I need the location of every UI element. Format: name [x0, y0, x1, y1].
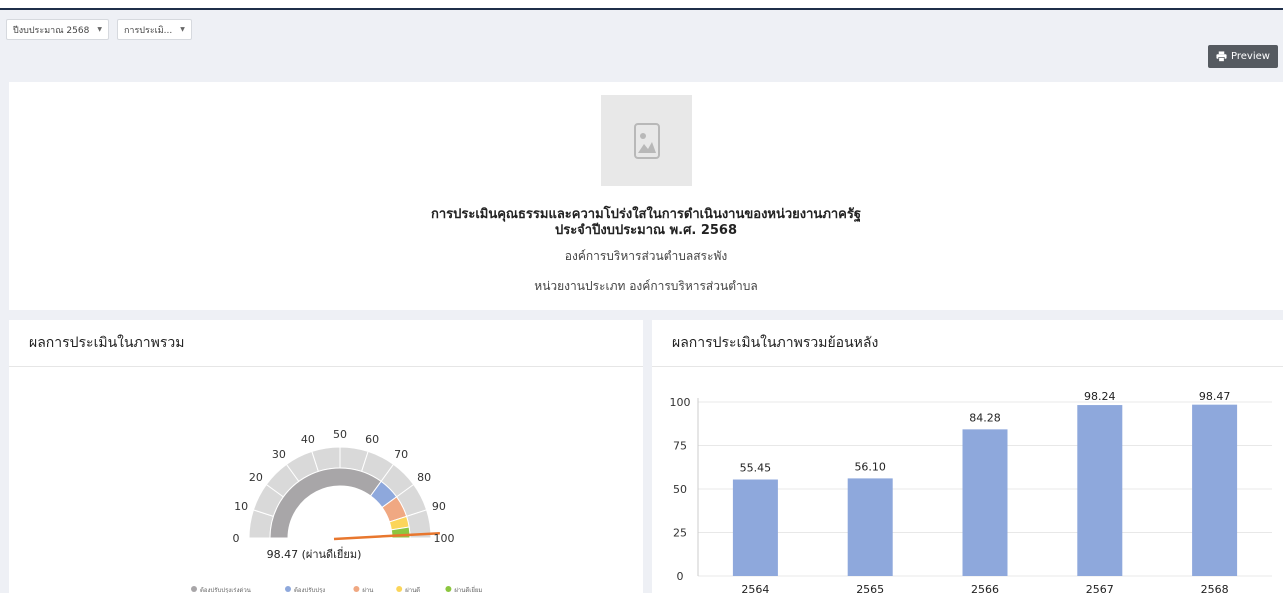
x-tick-label: 2567 — [1086, 583, 1114, 593]
gauge-tick-label: 10 — [234, 500, 248, 513]
legend-label: ผ่านดี — [405, 586, 420, 593]
legend-swatch — [445, 586, 452, 592]
caret-down-icon: ▼ — [97, 26, 102, 33]
org-logo-placeholder — [601, 95, 692, 186]
printer-icon — [1216, 51, 1227, 62]
score-gauge: 0 10 20 30 40 50 60 70 80 90 100 98.47 (ผ่านดีเยี่ย… — [191, 428, 482, 593]
gauge-score-label: 98.47 (ผ่านดีเยี่ยม) — [267, 546, 362, 561]
bar — [1192, 404, 1238, 576]
overall-score-title: ผลการประเมินในภาพรวม — [29, 335, 185, 351]
overall-score-card: ผลการประเมินในภาพรวม 0 10 20 30 40 50 60 70 80 90… — [9, 320, 643, 593]
x-tick-label: 2566 — [971, 583, 999, 593]
bar-data-label: 98.24 — [1084, 390, 1116, 403]
legend-swatch — [191, 586, 197, 592]
legend-label: ผ่าน — [362, 587, 373, 593]
legend-swatch — [396, 586, 403, 592]
y-tick-label: 0 — [677, 570, 684, 583]
y-tick-label: 75 — [673, 440, 687, 453]
fiscal-year-select[interactable]: ปีงบประมาณ 2568 ▼ — [6, 19, 109, 40]
gauge-tick-label: 20 — [249, 471, 263, 484]
history-title: ผลการประเมินในภาพรวมย้อนหลัง — [672, 335, 879, 351]
bar-data-label: 55.45 — [740, 462, 772, 475]
caret-down-icon: ▼ — [180, 26, 185, 33]
fiscal-year-select-value: ปีงบประมาณ 2568 — [13, 25, 90, 36]
y-tick-label: 50 — [673, 483, 687, 496]
legend-label: ผ่านดีเยี่ยม — [454, 586, 482, 593]
x-tick-label: 2568 — [1201, 583, 1229, 593]
gauge-tick-label: 60 — [365, 433, 379, 446]
assessment-select-value: การประเมิ... — [123, 25, 173, 36]
preview-button[interactable]: Preview — [1208, 45, 1278, 68]
legend-label: ต้องปรับปรุง — [294, 587, 325, 593]
bar-data-label: 84.28 — [969, 411, 1001, 424]
legend-label: ต้องปรับปรุงเร่งด่วน — [200, 587, 251, 593]
history-bar-chart: 0 25 50 75 100 55.45 2564 56.10 2565 84.28 2566 98.… — [670, 390, 1272, 593]
gauge-tick-label: 70 — [394, 448, 408, 461]
gauge-tick-label: 30 — [272, 448, 286, 461]
org-type: หน่วยงานประเภท องค์การบริหารส่วนตำบล — [534, 279, 758, 293]
bar — [732, 479, 778, 576]
assessment-select[interactable]: การประเมิ... ▼ — [116, 19, 192, 40]
header-card: การประเมินคุณธรรมและความโปร่งใสในการดำเน… — [9, 82, 1283, 310]
legend-swatch — [353, 586, 360, 592]
y-tick-label: 100 — [670, 396, 691, 409]
gauge-tick-label: 80 — [417, 471, 431, 484]
y-tick-label: 25 — [673, 527, 687, 540]
card-divider — [652, 366, 1283, 367]
bar — [1077, 405, 1123, 576]
bar — [847, 478, 893, 576]
gauge-tick-label: 0 — [233, 532, 240, 545]
gauge-tick-label: 100 — [434, 532, 455, 545]
gauge-tick-label: 90 — [432, 500, 446, 513]
page-subtitle: ประจำปีงบประมาณ พ.ศ. 2568 — [554, 223, 738, 238]
x-tick-label: 2564 — [741, 583, 769, 593]
history-card: ผลการประเมินในภาพรวมย้อนหลัง 0 25 50 75 100 5… — [652, 320, 1283, 593]
org-name: องค์การบริหารส่วนตำบลสระพัง — [564, 249, 728, 263]
filter-bar: ปีงบประมาณ 2568 ▼ การประเมิ... ▼ — [6, 19, 192, 40]
image-icon — [633, 122, 660, 159]
preview-button-label: Preview — [1231, 51, 1270, 62]
card-divider — [9, 366, 643, 367]
top-navbar-edge — [0, 0, 1283, 10]
x-tick-label: 2565 — [856, 583, 884, 593]
gauge-tick-label: 40 — [301, 433, 315, 446]
bar-data-label: 56.10 — [854, 460, 886, 473]
bar — [962, 429, 1008, 576]
legend-swatch — [285, 586, 291, 592]
gauge-tick-label: 50 — [333, 428, 347, 441]
bar-data-label: 98.47 — [1199, 390, 1231, 403]
